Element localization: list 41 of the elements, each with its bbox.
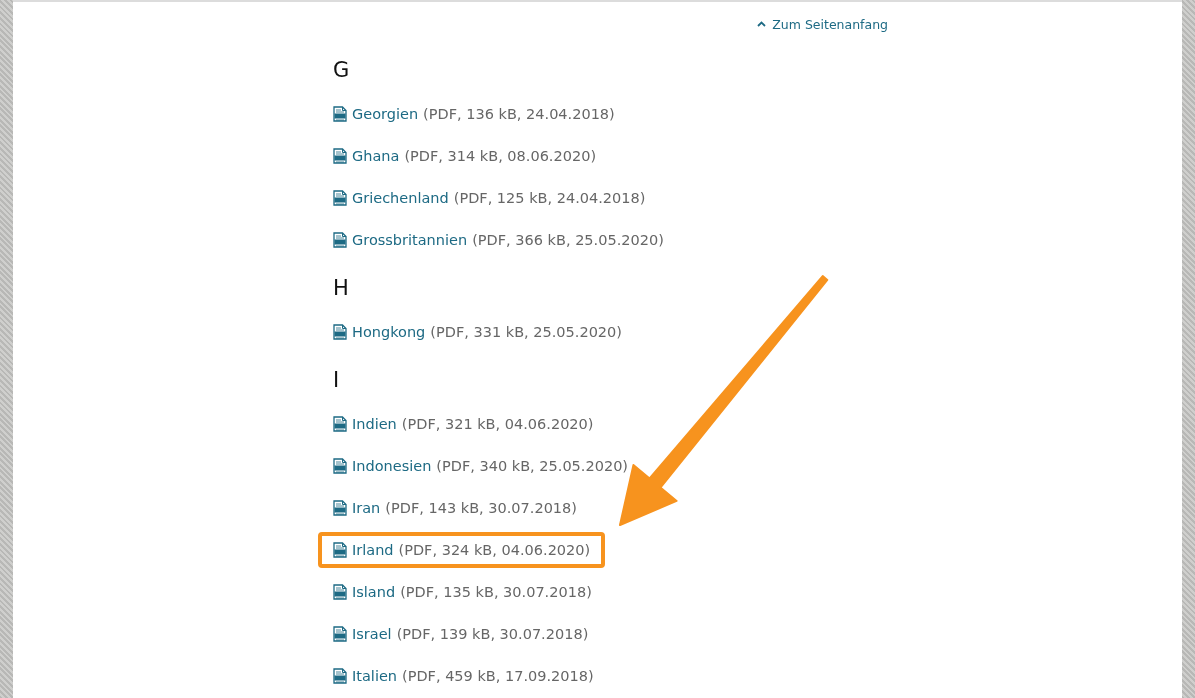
file-info: (PDF, 321 kB, 04.06.2020) [401, 416, 594, 432]
pdf-file-icon [333, 500, 347, 516]
file-info: (PDF, 135 kB, 30.07.2018) [400, 584, 592, 600]
pdf-file-icon [333, 148, 347, 164]
pdf-file-icon [333, 324, 347, 340]
pdf-file-icon [333, 232, 347, 248]
document-link[interactable]: Georgien [352, 106, 419, 122]
file-info: (PDF, 139 kB, 30.07.2018) [396, 626, 589, 642]
document-link[interactable]: Ghana [352, 148, 400, 164]
file-info: (PDF, 366 kB, 25.05.2020) [472, 232, 664, 248]
document-link[interactable]: Indien [352, 416, 397, 432]
file-info: (PDF, 125 kB, 24.04.2018) [453, 190, 646, 206]
caret-up-icon [757, 21, 767, 27]
document-link[interactable]: Hongkong [352, 324, 426, 340]
document-link[interactable]: Indonesien [352, 458, 432, 474]
document-link[interactable]: Grossbritannien [352, 232, 468, 248]
section-heading: G [333, 57, 351, 84]
pdf-file-icon [333, 542, 347, 558]
file-info: (PDF, 324 kB, 04.06.2020) [398, 542, 591, 558]
document-link[interactable]: Israel [352, 626, 392, 642]
document-link[interactable]: Griechenland [352, 190, 449, 206]
file-info: (PDF, 459 kB, 17.09.2018) [402, 668, 594, 684]
file-info: (PDF, 331 kB, 25.05.2020) [430, 324, 622, 340]
file-info: (PDF, 136 kB, 24.04.2018) [423, 106, 615, 122]
file-info: (PDF, 340 kB, 25.05.2020) [436, 458, 628, 474]
section-heading: I [333, 367, 341, 394]
document-link[interactable]: Irland [352, 542, 394, 558]
pdf-file-icon [333, 626, 347, 642]
pdf-file-icon [333, 190, 347, 206]
document-link[interactable]: Iran [352, 500, 381, 516]
pdf-file-icon [333, 106, 347, 122]
file-info: (PDF, 314 kB, 08.06.2020) [404, 148, 597, 164]
section-heading: H [333, 275, 350, 302]
pdf-file-icon [333, 458, 347, 474]
back-to-top-link[interactable]: Zum Seitenanfang [757, 16, 888, 32]
pdf-file-icon [333, 668, 347, 684]
file-info: (PDF, 143 kB, 30.07.2018) [385, 500, 577, 516]
document-link[interactable]: Italien [352, 668, 397, 684]
pdf-file-icon [333, 584, 347, 600]
pdf-file-icon [333, 416, 347, 432]
document-link[interactable]: Island [352, 584, 396, 600]
